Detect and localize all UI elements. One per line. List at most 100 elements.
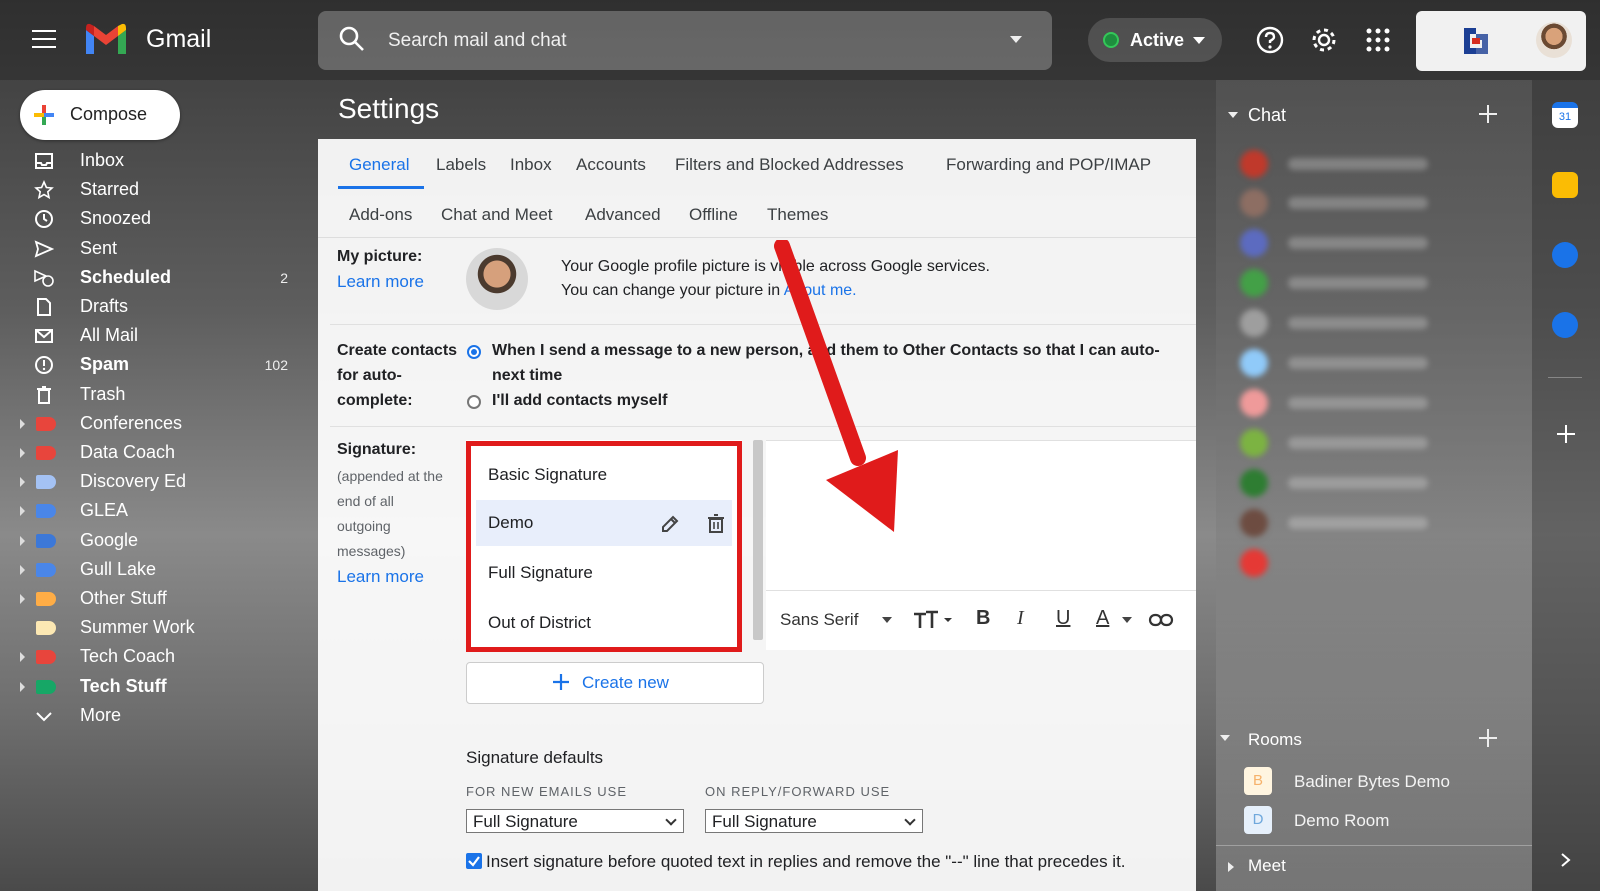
expand-arrow-icon[interactable] bbox=[20, 477, 25, 487]
compose-label: Compose bbox=[70, 104, 148, 124]
tab-general[interactable]: General bbox=[349, 155, 409, 175]
tab-forwarding[interactable]: Forwarding and POP/IMAP bbox=[946, 155, 1151, 175]
expand-arrow-icon[interactable] bbox=[20, 652, 25, 662]
keep-icon[interactable] bbox=[1552, 172, 1578, 198]
signature-learn-more-link[interactable]: Learn more bbox=[337, 567, 424, 587]
meet-expand-icon[interactable] bbox=[1228, 862, 1234, 872]
chat-contact-row[interactable] bbox=[1240, 549, 1450, 577]
chat-collapse-icon[interactable] bbox=[1228, 112, 1238, 118]
chat-contact-row[interactable] bbox=[1240, 269, 1450, 297]
signature-list-scrollbar[interactable] bbox=[753, 440, 763, 640]
expand-arrow-icon[interactable] bbox=[20, 565, 25, 575]
sidebar-item-trash[interactable]: Trash bbox=[0, 381, 300, 409]
search-icon[interactable] bbox=[338, 25, 366, 53]
sidebar-label-data-coach[interactable]: Data Coach bbox=[0, 439, 300, 467]
rooms-collapse-icon[interactable] bbox=[1220, 735, 1230, 741]
tab-themes[interactable]: Themes bbox=[767, 205, 828, 225]
room-badge-demo: D bbox=[1244, 806, 1272, 834]
apps-grid-icon[interactable] bbox=[1364, 26, 1392, 54]
sidebar-item-starred[interactable]: Starred bbox=[0, 176, 300, 204]
sidebar-item-snoozed[interactable]: Snoozed bbox=[0, 205, 300, 233]
contacts-icon[interactable] bbox=[1552, 312, 1578, 338]
radio-manual-contacts[interactable] bbox=[467, 395, 481, 409]
new-emails-signature-select[interactable]: Full Signature bbox=[466, 809, 684, 833]
main-menu-icon[interactable] bbox=[32, 30, 56, 48]
chat-contact-row[interactable] bbox=[1240, 509, 1450, 537]
sidebar-label-tech-coach[interactable]: Tech Coach bbox=[0, 643, 300, 671]
avatar[interactable] bbox=[1536, 22, 1572, 58]
new-room-plus-icon[interactable] bbox=[1478, 728, 1498, 748]
expand-arrow-icon[interactable] bbox=[20, 682, 25, 692]
tab-inbox[interactable]: Inbox bbox=[510, 155, 552, 175]
chevron-down-icon bbox=[665, 814, 677, 826]
chat-contact-row[interactable] bbox=[1240, 429, 1450, 457]
tab-chat-and-meet[interactable]: Chat and Meet bbox=[441, 205, 553, 225]
sidebar-label-tech-stuff[interactable]: Tech Stuff bbox=[0, 673, 300, 701]
chevron-right-icon[interactable] bbox=[1560, 852, 1572, 868]
radio-auto-add-contacts[interactable] bbox=[467, 345, 481, 359]
picture-learn-more-link[interactable]: Learn more bbox=[337, 272, 424, 292]
chat-contact-row[interactable] bbox=[1240, 469, 1450, 497]
sidebar-item-spam[interactable]: Spam 102 bbox=[0, 351, 300, 379]
manual-contacts-option[interactable]: I'll add contacts myself bbox=[492, 392, 667, 410]
contacts-label-line3: complete: bbox=[337, 392, 413, 409]
font-family-select[interactable]: Sans Serif bbox=[780, 610, 858, 630]
tasks-icon[interactable] bbox=[1552, 242, 1578, 268]
sidebar-item-drafts[interactable]: Drafts bbox=[0, 293, 300, 321]
sidebar-label-summer-work[interactable]: Summer Work bbox=[0, 614, 300, 642]
chat-contact-row[interactable] bbox=[1240, 389, 1450, 417]
font-dropdown-caret-icon[interactable] bbox=[882, 617, 892, 623]
underline-icon[interactable]: U bbox=[1056, 607, 1070, 630]
calendar-icon[interactable]: 31 bbox=[1552, 102, 1578, 128]
sidebar-item-inbox[interactable]: Inbox bbox=[0, 147, 300, 175]
chat-contact-row[interactable] bbox=[1240, 189, 1450, 217]
expand-arrow-icon[interactable] bbox=[20, 448, 25, 458]
tab-labels[interactable]: Labels bbox=[436, 155, 486, 175]
help-icon[interactable] bbox=[1256, 26, 1284, 54]
search-options-icon[interactable] bbox=[1010, 36, 1022, 43]
italic-icon[interactable]: I bbox=[1017, 607, 1024, 630]
expand-arrow-icon[interactable] bbox=[20, 594, 25, 604]
chat-contact-row[interactable] bbox=[1240, 229, 1450, 257]
settings-gear-icon[interactable] bbox=[1310, 26, 1338, 54]
sidebar-label-other-stuff[interactable]: Other Stuff bbox=[0, 585, 300, 613]
sidebar-more[interactable]: More bbox=[0, 702, 300, 730]
room-item-badiner-bytes-demo[interactable]: Badiner Bytes Demo bbox=[1294, 772, 1450, 792]
tab-add-ons[interactable]: Add-ons bbox=[349, 205, 412, 225]
tab-offline[interactable]: Offline bbox=[689, 205, 738, 225]
sidebar-label-text: Gull Lake bbox=[80, 559, 157, 579]
sidebar-label-conferences[interactable]: Conferences bbox=[0, 410, 300, 438]
sidebar-item-sent[interactable]: Sent bbox=[0, 235, 300, 263]
sidebar-item-all-mail[interactable]: All Mail bbox=[0, 322, 300, 350]
search-input[interactable]: Search mail and chat bbox=[388, 30, 567, 52]
text-color-caret-icon[interactable] bbox=[1122, 617, 1132, 623]
chat-contact-row[interactable] bbox=[1240, 150, 1450, 178]
tab-accounts[interactable]: Accounts bbox=[576, 155, 646, 175]
expand-arrow-icon[interactable] bbox=[20, 506, 25, 516]
sidebar-label-glea[interactable]: GLEA bbox=[0, 497, 300, 525]
sidebar-item-scheduled[interactable]: Scheduled 2 bbox=[0, 264, 300, 292]
sidebar-item-label: Drafts bbox=[80, 296, 129, 316]
text-size-icon[interactable] bbox=[912, 608, 952, 632]
tab-filters[interactable]: Filters and Blocked Addresses bbox=[675, 155, 904, 175]
sidebar-label-gull-lake[interactable]: Gull Lake bbox=[0, 556, 300, 584]
tab-advanced[interactable]: Advanced bbox=[585, 205, 661, 225]
chat-contact-row[interactable] bbox=[1240, 309, 1450, 337]
expand-arrow-icon[interactable] bbox=[20, 419, 25, 429]
sidebar-label-google[interactable]: Google bbox=[0, 527, 300, 555]
sidebar-item-label: Starred bbox=[80, 179, 140, 199]
expand-arrow-icon[interactable] bbox=[20, 536, 25, 546]
new-chat-plus-icon[interactable] bbox=[1478, 104, 1498, 124]
insert-before-quoted-checkbox[interactable] bbox=[466, 853, 482, 869]
bold-icon[interactable]: B bbox=[976, 607, 990, 630]
gmail-logo-icon[interactable] bbox=[84, 22, 128, 56]
sidebar-label-discovery-ed[interactable]: Discovery Ed bbox=[0, 468, 300, 496]
text-color-icon[interactable]: A bbox=[1096, 607, 1109, 630]
reply-forward-signature-select[interactable]: Full Signature bbox=[705, 809, 923, 833]
chevron-down-icon[interactable] bbox=[1193, 37, 1205, 44]
chat-contact-row[interactable] bbox=[1240, 349, 1450, 377]
label-tag-icon bbox=[36, 534, 56, 548]
room-item-demo-room[interactable]: Demo Room bbox=[1294, 811, 1389, 831]
get-add-ons-plus-icon[interactable] bbox=[1556, 424, 1576, 444]
link-icon[interactable] bbox=[1148, 610, 1174, 630]
